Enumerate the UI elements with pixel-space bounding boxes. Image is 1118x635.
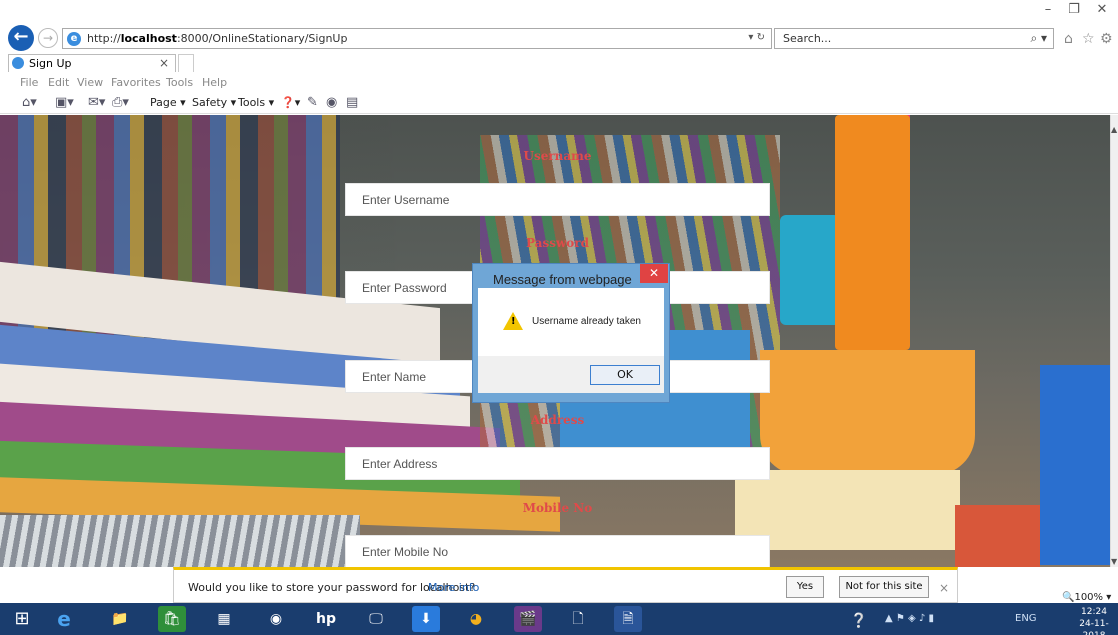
- warning-mark: !: [511, 316, 516, 327]
- home-icon[interactable]: ⌂: [1064, 31, 1073, 47]
- help-tray-icon[interactable]: ❔: [850, 613, 867, 629]
- safety-menu[interactable]: Safety ▾: [192, 96, 236, 109]
- tab-label: Sign Up: [29, 57, 72, 70]
- menu-bar: File Edit View Favorites Tools Help: [0, 72, 1118, 92]
- ie-tab-icon: [12, 57, 24, 69]
- dialog-message: Username already taken: [532, 316, 641, 327]
- dialog-footer: OK: [478, 356, 664, 393]
- address-toolbar: ← → e http://localhost:8000/OnlineStatio…: [0, 22, 1118, 54]
- word-icon[interactable]: 🗎: [614, 606, 642, 632]
- dialog-title: Message from webpage: [493, 272, 632, 287]
- paint-icon[interactable]: ▦: [210, 606, 238, 632]
- spiral-binding: [0, 515, 360, 567]
- username-input[interactable]: [345, 183, 770, 216]
- back-button[interactable]: ←: [8, 25, 34, 51]
- address-label: Address: [530, 413, 585, 427]
- address-bar[interactable]: e http://localhost:8000/OnlineStationary…: [62, 28, 772, 49]
- page-menu[interactable]: Page ▾: [150, 96, 186, 109]
- url-text[interactable]: http://localhost:8000/OnlineStationary/S…: [87, 32, 347, 45]
- video-app-icon[interactable]: 🎬: [514, 606, 542, 632]
- not-for-this-site-button[interactable]: Not for this site: [839, 576, 929, 598]
- dialog-body: ! Username already taken: [478, 288, 664, 356]
- ie-taskbar-icon[interactable]: e: [50, 606, 78, 632]
- dialog-close-button[interactable]: ✕: [640, 264, 668, 283]
- menu-favorites[interactable]: Favorites: [111, 76, 161, 89]
- address-input[interactable]: [345, 447, 770, 480]
- username-label: Username: [523, 149, 592, 163]
- chrome-icon[interactable]: ◕: [462, 606, 490, 632]
- forward-button[interactable]: →: [38, 28, 58, 48]
- hp-taskbar-icon[interactable]: hp: [312, 606, 340, 632]
- page-scrollbar[interactable]: ▲ ▼: [1110, 115, 1118, 567]
- hp-icon[interactable]: ◉: [326, 95, 337, 110]
- file-explorer-icon[interactable]: 📁: [106, 606, 134, 632]
- mail-icon[interactable]: ✉▾: [88, 95, 105, 110]
- zoom-level[interactable]: 🔍100% ▾: [1062, 592, 1111, 603]
- language-indicator[interactable]: ENG: [1015, 613, 1037, 624]
- taskbar: ⊞ e 📁 🛍 ▦ ◉ hp 🖵 ⬇ ◕ 🎬 🗋 🗎 ❔ ▲ ⚑ ◈ ♪ ▮ E…: [0, 603, 1118, 635]
- feeds-icon[interactable]: ▣▾: [55, 95, 74, 110]
- more-info-link[interactable]: More info: [428, 581, 479, 594]
- menu-tools[interactable]: Tools: [166, 76, 193, 89]
- research-icon[interactable]: ✎: [307, 95, 318, 110]
- media-icon[interactable]: ◉: [262, 606, 290, 632]
- print-icon[interactable]: ⎙▾: [112, 95, 129, 110]
- store-icon[interactable]: 🛍: [158, 606, 186, 632]
- clock-time: 12:24: [1081, 607, 1107, 617]
- window-titlebar: – ❐ ✕: [0, 0, 1118, 22]
- menu-view[interactable]: View: [77, 76, 103, 89]
- tab-sign-up[interactable]: Sign Up ×: [8, 54, 176, 72]
- scroll-up-icon[interactable]: ▲: [1111, 125, 1117, 134]
- orange-bottle: [835, 115, 910, 350]
- blue-box: [1040, 365, 1110, 565]
- search-icon[interactable]: ⌕ ▾: [1030, 31, 1047, 46]
- menu-help[interactable]: Help: [202, 76, 227, 89]
- clock-date: 24-11-2018: [1079, 619, 1109, 635]
- mobile-input[interactable]: [345, 535, 770, 567]
- alert-dialog: Message from webpage ✕ ! Username alread…: [472, 263, 670, 403]
- orange-cup: [760, 350, 975, 475]
- marker-blue: [780, 215, 840, 325]
- home-cmd-icon[interactable]: ⌂▾: [22, 95, 37, 110]
- new-tab-button[interactable]: [178, 54, 194, 72]
- close-window-button[interactable]: ✕: [1090, 0, 1114, 20]
- tools-menu[interactable]: Tools ▾: [238, 96, 274, 109]
- dropbox-icon[interactable]: ⬇: [412, 606, 440, 632]
- yes-button[interactable]: Yes: [786, 576, 824, 598]
- ok-button[interactable]: OK: [590, 365, 660, 385]
- tab-close-icon[interactable]: ×: [159, 56, 169, 70]
- tab-strip: Sign Up ×: [0, 54, 1118, 72]
- ie-page-icon: e: [67, 32, 81, 46]
- tray-icons[interactable]: ▲ ⚑ ◈ ♪ ▮: [885, 613, 934, 624]
- start-button[interactable]: ⊞: [8, 606, 36, 632]
- remote-icon[interactable]: 🖵: [362, 606, 390, 632]
- favorites-icon[interactable]: ☆: [1082, 31, 1095, 47]
- search-input[interactable]: Search... ⌕ ▾: [774, 28, 1054, 49]
- tool-icon[interactable]: 🗋: [564, 606, 592, 632]
- minimize-button[interactable]: –: [1036, 0, 1060, 20]
- refresh-icon[interactable]: ▾ ↻: [748, 32, 765, 43]
- translate-icon[interactable]: ▤: [346, 95, 358, 110]
- password-label: Password: [525, 236, 590, 250]
- menu-file[interactable]: File: [20, 76, 38, 89]
- help-icon[interactable]: ❓▾: [281, 96, 300, 109]
- red-box: [955, 505, 1040, 567]
- menu-edit[interactable]: Edit: [48, 76, 69, 89]
- notification-close-icon[interactable]: ×: [939, 581, 949, 595]
- command-bar: ⌂▾ ▣▾ ✉▾ ⎙▾ Page ▾ Safety ▾ Tools ▾ ❓▾ ✎…: [0, 92, 1118, 114]
- settings-icon[interactable]: ⚙: [1100, 31, 1113, 47]
- clock[interactable]: 12:24 24-11-2018: [1070, 606, 1118, 635]
- restore-button[interactable]: ❐: [1062, 0, 1086, 20]
- mobile-label: Mobile No: [522, 501, 593, 515]
- password-notification-bar: Would you like to store your password fo…: [173, 567, 958, 603]
- search-placeholder: Search...: [783, 32, 832, 45]
- scroll-down-icon[interactable]: ▼: [1111, 557, 1117, 566]
